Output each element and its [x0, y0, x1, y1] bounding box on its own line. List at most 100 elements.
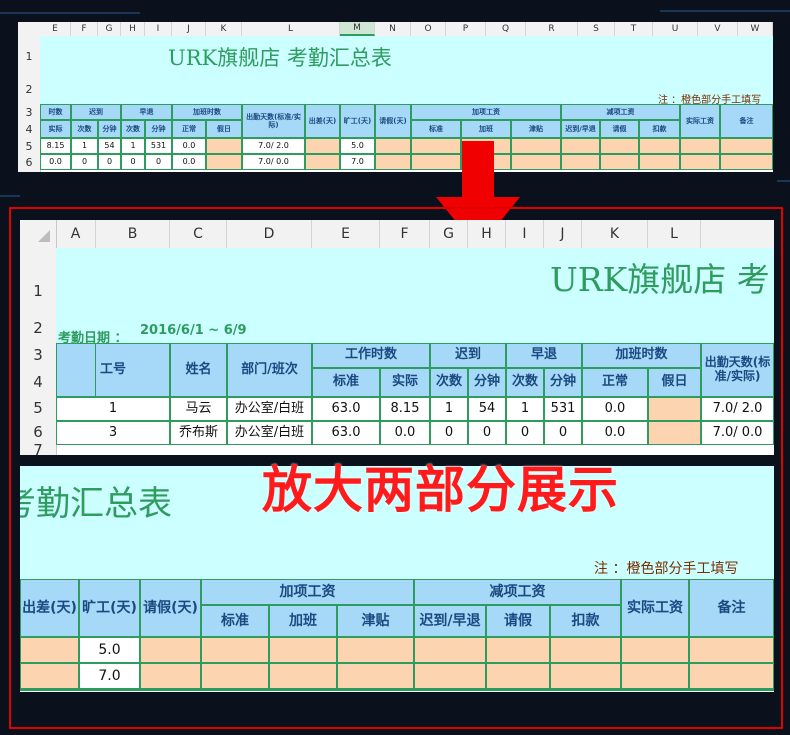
column-header-G[interactable]: G: [430, 220, 468, 248]
cell-late-count[interactable]: 1: [430, 397, 468, 421]
cell-emp-no[interactable]: 1: [56, 397, 170, 421]
cell-absent[interactable]: 7.0: [340, 154, 375, 170]
cell-absent[interactable]: 7.0: [79, 663, 140, 689]
column-header-D[interactable]: D: [227, 220, 312, 248]
cell-early-count[interactable]: 0: [506, 421, 544, 445]
column-header-L[interactable]: L: [648, 220, 701, 248]
column-header-F[interactable]: F: [380, 220, 430, 248]
row-number[interactable]: 2: [20, 315, 56, 343]
column-header-V[interactable]: V: [698, 22, 738, 36]
cell-early-count[interactable]: 0: [121, 154, 145, 170]
cell-input[interactable]: [337, 637, 414, 663]
cell-input[interactable]: [639, 138, 680, 154]
cell-ot-holiday[interactable]: [206, 154, 242, 170]
cell-emp-no[interactable]: 3: [56, 421, 170, 445]
column-header-R[interactable]: R: [526, 22, 578, 36]
cell-late-count[interactable]: 0: [71, 154, 98, 170]
cell-std[interactable]: 63.0: [312, 397, 380, 421]
cell-input[interactable]: [414, 637, 486, 663]
cell-input[interactable]: [414, 663, 486, 689]
column-header-N[interactable]: N: [375, 22, 411, 36]
column-header-C[interactable]: C: [170, 220, 227, 248]
cell-input[interactable]: [375, 138, 411, 154]
column-header-K[interactable]: K: [582, 220, 648, 248]
column-header-L[interactable]: L: [242, 22, 340, 36]
cell-input[interactable]: [561, 138, 600, 154]
column-header-A[interactable]: A: [56, 220, 96, 248]
cell-attendance[interactable]: 7.0/ 0.0: [701, 421, 774, 445]
cell-input[interactable]: [20, 637, 79, 663]
cell-input[interactable]: [269, 637, 337, 663]
cell-dept[interactable]: 办公室/白班: [227, 421, 312, 445]
column-header-W[interactable]: W: [738, 22, 773, 36]
column-header-S[interactable]: S: [578, 22, 615, 36]
column-header-U[interactable]: U: [653, 22, 698, 36]
cell-attendance[interactable]: 7.0/ 0.0: [242, 154, 305, 170]
cell-input[interactable]: [689, 637, 774, 663]
cell-input[interactable]: [680, 138, 720, 154]
column-header-G[interactable]: G: [98, 22, 121, 36]
column-header-E[interactable]: E: [40, 22, 71, 36]
cell-actual[interactable]: 0.0: [40, 154, 71, 170]
cell-early-count[interactable]: 1: [121, 138, 145, 154]
cell-late-min[interactable]: 0: [98, 154, 121, 170]
cell-late-min[interactable]: 0: [468, 421, 506, 445]
column-header-O[interactable]: O: [411, 22, 446, 36]
row-number[interactable]: 3: [20, 343, 56, 368]
cell-input[interactable]: [600, 154, 639, 170]
cell-actual[interactable]: 0.0: [380, 421, 430, 445]
cell-trip[interactable]: [305, 154, 340, 170]
cell-ot-holiday[interactable]: [648, 421, 701, 445]
column-header-B[interactable]: B: [96, 220, 170, 248]
column-header-T[interactable]: T: [615, 22, 653, 36]
cell-input[interactable]: [201, 663, 269, 689]
cell-input[interactable]: [600, 138, 639, 154]
column-header-Q[interactable]: Q: [486, 22, 526, 36]
cell-early-min[interactable]: 531: [544, 397, 582, 421]
cell-ot-holiday[interactable]: [206, 138, 242, 154]
cell-late-count[interactable]: 1: [71, 138, 98, 154]
cell-input[interactable]: [337, 663, 414, 689]
cell-ot-normal[interactable]: 0.0: [172, 138, 206, 154]
cell-name[interactable]: 马云: [170, 397, 227, 421]
column-header-K[interactable]: K: [206, 22, 242, 36]
cell-early-count[interactable]: 1: [506, 397, 544, 421]
cell-input[interactable]: [269, 663, 337, 689]
row-number[interactable]: 4: [20, 368, 56, 397]
cell-input[interactable]: [140, 637, 201, 663]
cell-std[interactable]: 63.0: [312, 421, 380, 445]
column-header-H[interactable]: H: [468, 220, 506, 248]
cell-attendance[interactable]: 7.0/ 2.0: [242, 138, 305, 154]
cell-attendance[interactable]: 7.0/ 2.0: [701, 397, 774, 421]
cell-input[interactable]: [550, 663, 621, 689]
cell-late-count[interactable]: 0: [430, 421, 468, 445]
column-header-P[interactable]: P: [446, 22, 486, 36]
cell-input[interactable]: [621, 663, 689, 689]
column-header-I[interactable]: I: [145, 22, 172, 36]
cell-early-min[interactable]: 531: [145, 138, 172, 154]
cell-actual[interactable]: 8.15: [380, 397, 430, 421]
cell-input[interactable]: [375, 154, 411, 170]
cell-late-min[interactable]: 54: [468, 397, 506, 421]
row-number[interactable]: 5: [20, 397, 56, 421]
cell-name[interactable]: 乔布斯: [170, 421, 227, 445]
cell-input[interactable]: [561, 154, 600, 170]
cell-input[interactable]: [486, 663, 550, 689]
row-number[interactable]: 7: [20, 442, 56, 455]
column-header-I[interactable]: I: [506, 220, 544, 248]
cell-input[interactable]: [621, 637, 689, 663]
cell-input[interactable]: [140, 663, 201, 689]
column-header-F[interactable]: F: [71, 22, 98, 36]
cell-input[interactable]: [201, 637, 269, 663]
column-header-J[interactable]: J: [172, 22, 206, 36]
column-header-H[interactable]: H: [121, 22, 145, 36]
cell-absent[interactable]: 5.0: [79, 637, 140, 663]
select-all-corner[interactable]: [20, 220, 57, 248]
cell-trip[interactable]: [305, 138, 340, 154]
cell-ot-holiday[interactable]: [648, 397, 701, 421]
cell-input[interactable]: [720, 154, 773, 170]
cell-input[interactable]: [639, 154, 680, 170]
column-header-M[interactable]: M: [340, 22, 375, 36]
cell-early-min[interactable]: 0: [145, 154, 172, 170]
cell-input[interactable]: [680, 154, 720, 170]
